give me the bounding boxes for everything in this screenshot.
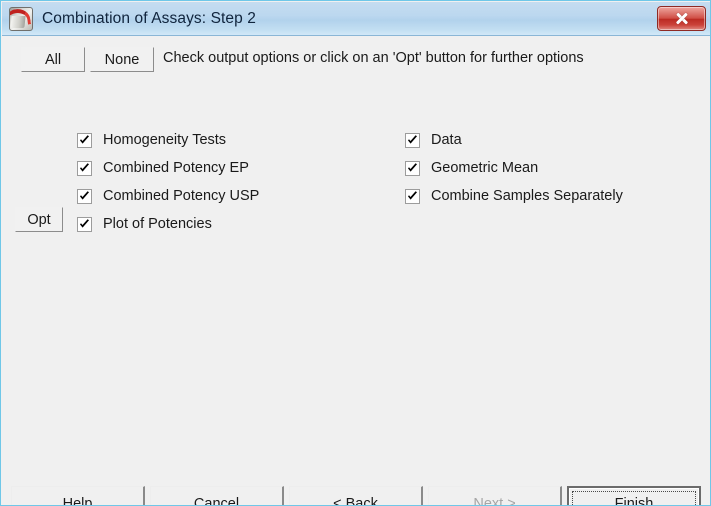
checkbox-row-plot-of-potencies[interactable]: Plot of Potencies (77, 210, 259, 238)
checkbox-combine-samples-separately[interactable] (405, 188, 420, 204)
instruction-text: Check output options or click on an 'Opt… (163, 50, 584, 66)
checkbox-row-data[interactable]: Data (405, 126, 623, 154)
checkbox-data[interactable] (405, 132, 420, 148)
checkbox-combined-potency-usp[interactable] (77, 188, 92, 204)
select-all-button[interactable]: All (21, 47, 85, 72)
button-accel: H (62, 495, 74, 506)
checkbox-label: Plot of Potencies (103, 216, 212, 232)
plot-options-button[interactable]: Opt (15, 207, 63, 232)
button-accel: < (333, 495, 342, 506)
checkbox-homogeneity-tests[interactable] (77, 132, 92, 148)
output-options-right-column: Data Geometric Mean Combine Samples Sepa… (405, 126, 623, 210)
finish-button[interactable]: Finish (567, 486, 701, 506)
dialog-window: Combination of Assays: Step 2 All None C… (0, 0, 711, 506)
checkbox-row-combined-potency-ep[interactable]: Combined Potency EP (77, 154, 259, 182)
button-suffix: Back (341, 495, 378, 506)
check-icon (408, 134, 417, 144)
checkbox-label: Homogeneity Tests (103, 132, 227, 148)
checkbox-geometric-mean[interactable] (405, 160, 420, 176)
checkbox-plot-of-potencies[interactable] (77, 216, 92, 232)
checkbox-label: Combine Samples Separately (431, 188, 623, 204)
checkbox-label: Combined Potency USP (103, 188, 260, 204)
checkbox-label: Data (431, 132, 462, 148)
output-options-left-column: Homogeneity Tests Combined Potency EP Co… (77, 126, 259, 238)
checkbox-label: Geometric Mean (431, 160, 539, 176)
check-icon (80, 162, 89, 172)
select-none-button[interactable]: None (90, 47, 154, 72)
checkbox-combined-potency-ep[interactable] (77, 160, 92, 176)
button-suffix: inish (623, 496, 654, 506)
window-title: Combination of Assays: Step 2 (42, 9, 256, 27)
back-button[interactable]: < Back (289, 486, 423, 506)
title-bar: Combination of Assays: Step 2 (2, 2, 710, 36)
next-button: Next > (428, 486, 562, 506)
dialog-button-bar: Help Cancel < Back Next > Finish (2, 448, 710, 506)
close-icon (675, 12, 688, 25)
help-button[interactable]: Help (11, 486, 145, 506)
checkbox-row-combine-samples-separately[interactable]: Combine Samples Separately (405, 182, 623, 210)
check-icon (80, 134, 89, 144)
dialog-client-area: All None Check output options or click o… (2, 36, 710, 506)
button-accel: F (614, 496, 624, 506)
checkbox-row-combined-potency-usp[interactable]: Combined Potency USP (77, 182, 259, 210)
output-options-toolbar: All None Check output options or click o… (2, 47, 710, 73)
cancel-button[interactable]: Cancel (150, 486, 284, 506)
button-prefix: Next (473, 495, 508, 506)
close-button[interactable] (657, 6, 706, 31)
checkbox-row-homogeneity-tests[interactable]: Homogeneity Tests (77, 126, 259, 154)
checkbox-label: Combined Potency EP (103, 160, 249, 176)
button-suffix: ancel (204, 495, 240, 506)
check-icon (80, 218, 89, 228)
button-accel: > (507, 495, 516, 506)
checkbox-row-geometric-mean[interactable]: Geometric Mean (405, 154, 623, 182)
check-icon (80, 190, 89, 200)
check-icon (408, 162, 417, 172)
button-suffix: elp (73, 495, 93, 506)
check-icon (408, 190, 417, 200)
app-icon (9, 6, 33, 31)
button-accel: C (193, 495, 205, 506)
